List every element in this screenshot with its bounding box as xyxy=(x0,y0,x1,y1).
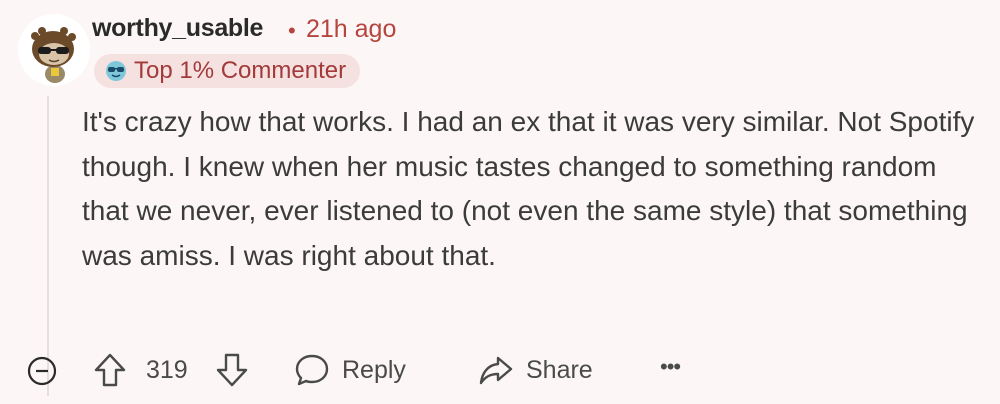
reply-button[interactable]: Reply xyxy=(292,348,406,392)
sunglasses-emoji-icon xyxy=(106,61,126,81)
downvote-icon[interactable] xyxy=(210,348,254,392)
avatar[interactable] xyxy=(18,14,90,86)
speech-bubble-icon xyxy=(295,354,329,386)
share-button[interactable]: Share xyxy=(476,348,593,392)
share-label: Share xyxy=(526,355,593,384)
flair-label: Top 1% Commenter xyxy=(134,57,347,84)
timestamp[interactable]: 21h ago xyxy=(306,15,396,44)
separator-dot: • xyxy=(288,18,296,43)
comment-actions: 319 Reply Share ••• xyxy=(0,340,1000,400)
collapse-thread-icon[interactable] xyxy=(27,356,57,386)
comment-body: It's crazy how that works. I had an ex t… xyxy=(82,106,975,271)
user-flair: Top 1% Commenter xyxy=(94,54,361,88)
reply-label: Reply xyxy=(342,355,406,384)
snoo-avatar-icon xyxy=(18,14,90,86)
username-link[interactable]: worthy_usable xyxy=(92,14,263,43)
upvote-icon[interactable] xyxy=(88,348,132,392)
more-options-icon[interactable]: ••• xyxy=(660,356,690,386)
vote-score: 319 xyxy=(146,356,188,384)
share-arrow-icon xyxy=(479,356,513,385)
